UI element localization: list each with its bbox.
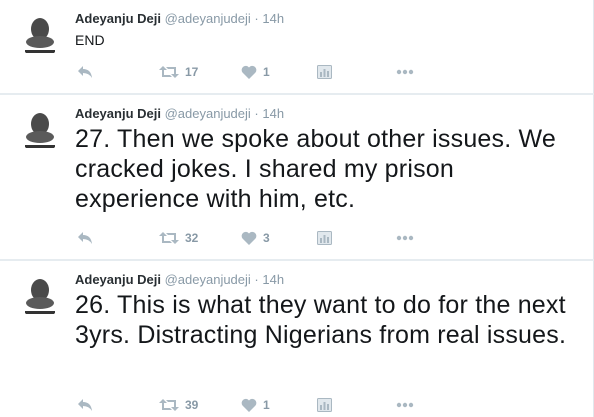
avatar[interactable] bbox=[18, 109, 62, 153]
retweet-count: 39 bbox=[185, 398, 199, 412]
timestamp[interactable]: 14h bbox=[262, 11, 284, 26]
avatar[interactable] bbox=[18, 14, 62, 58]
more-icon bbox=[396, 69, 414, 75]
timestamp[interactable]: 14h bbox=[262, 106, 284, 121]
tweet-text: 27. Then we spoke about other issues. We… bbox=[75, 125, 556, 213]
more-icon bbox=[396, 235, 414, 241]
like-button[interactable]: 1 bbox=[241, 64, 270, 80]
separator-dot: · bbox=[254, 11, 259, 26]
author-handle[interactable]: @adeyanjudeji bbox=[165, 272, 251, 287]
analytics-icon bbox=[317, 231, 332, 245]
author-name[interactable]: Adeyanju Deji bbox=[75, 11, 161, 26]
like-count: 1 bbox=[263, 398, 270, 412]
reply-icon bbox=[78, 399, 92, 411]
analytics-button[interactable] bbox=[317, 230, 332, 246]
tweet[interactable]: Adeyanju Deji @adeyanjudeji · 14h 26. Th… bbox=[0, 261, 594, 417]
more-button[interactable] bbox=[396, 397, 414, 413]
retweet-icon bbox=[159, 66, 179, 78]
analytics-icon bbox=[317, 65, 332, 79]
retweet-icon bbox=[159, 399, 179, 411]
reply-icon bbox=[78, 232, 92, 244]
analytics-icon bbox=[317, 398, 332, 412]
like-count: 1 bbox=[263, 65, 270, 79]
author-handle[interactable]: @adeyanjudeji bbox=[165, 11, 251, 26]
tweet-header: Adeyanju Deji @adeyanjudeji · 14h bbox=[75, 272, 284, 288]
heart-icon bbox=[241, 398, 257, 412]
more-button[interactable] bbox=[396, 230, 414, 246]
tweet-text: END bbox=[75, 32, 105, 48]
separator-dot: · bbox=[254, 106, 259, 121]
reply-button[interactable] bbox=[77, 230, 94, 246]
retweet-count: 17 bbox=[185, 65, 199, 79]
retweet-count: 32 bbox=[185, 231, 199, 245]
retweet-button[interactable]: 39 bbox=[159, 397, 198, 413]
retweet-button[interactable]: 32 bbox=[159, 230, 198, 246]
reply-icon bbox=[78, 66, 92, 78]
like-button[interactable]: 3 bbox=[241, 230, 270, 246]
analytics-button[interactable] bbox=[317, 397, 332, 413]
heart-icon bbox=[241, 231, 257, 245]
separator-dot: · bbox=[254, 272, 259, 287]
like-button[interactable]: 1 bbox=[241, 397, 270, 413]
author-handle[interactable]: @adeyanjudeji bbox=[165, 106, 251, 121]
more-icon bbox=[396, 402, 414, 408]
heart-icon bbox=[241, 65, 257, 79]
avatar[interactable] bbox=[18, 275, 62, 319]
tweet-header: Adeyanju Deji @adeyanjudeji · 14h bbox=[75, 106, 284, 122]
reply-button[interactable] bbox=[77, 397, 94, 413]
retweet-button[interactable]: 17 bbox=[159, 64, 198, 80]
timeline: Adeyanju Deji @adeyanjudeji · 14h END 17… bbox=[0, 0, 594, 417]
tweet-header: Adeyanju Deji @adeyanjudeji · 14h bbox=[75, 11, 284, 27]
author-name[interactable]: Adeyanju Deji bbox=[75, 106, 161, 121]
retweet-icon bbox=[159, 232, 179, 244]
tweet-text: 26. This is what they want to do for the… bbox=[75, 291, 567, 349]
analytics-button[interactable] bbox=[317, 64, 332, 80]
tweet[interactable]: Adeyanju Deji @adeyanjudeji · 14h 27. Th… bbox=[0, 95, 594, 259]
reply-button[interactable] bbox=[77, 64, 94, 80]
tweet[interactable]: Adeyanju Deji @adeyanjudeji · 14h END 17… bbox=[0, 0, 594, 93]
like-count: 3 bbox=[263, 231, 270, 245]
author-name[interactable]: Adeyanju Deji bbox=[75, 272, 161, 287]
more-button[interactable] bbox=[396, 64, 414, 80]
timestamp[interactable]: 14h bbox=[262, 272, 284, 287]
